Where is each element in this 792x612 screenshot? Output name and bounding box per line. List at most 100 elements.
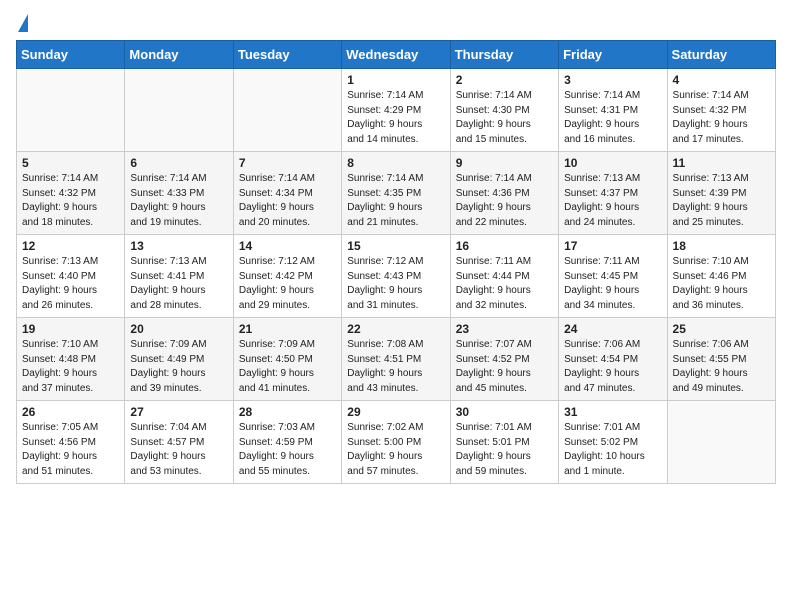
day-info: Sunrise: 7:05 AM Sunset: 4:56 PM Dayligh… <box>22 421 119 479</box>
page-header <box>16 16 776 32</box>
day-info: Sunrise: 7:14 AM Sunset: 4:32 PM Dayligh… <box>673 89 770 147</box>
calendar-cell: 2 Sunrise: 7:14 AM Sunset: 4:30 PM Daylig… <box>450 69 558 152</box>
weekday-header-saturday: Saturday <box>667 41 775 69</box>
day-number: 6 <box>130 156 227 170</box>
weekday-header-monday: Monday <box>125 41 233 69</box>
day-number: 4 <box>673 73 770 87</box>
calendar-week-row: 19 Sunrise: 7:10 AM Sunset: 4:48 PM Dayli… <box>17 318 776 401</box>
day-number: 12 <box>22 239 119 253</box>
calendar-cell: 18 Sunrise: 7:10 AM Sunset: 4:46 PM Dayli… <box>667 235 775 318</box>
weekday-header-row: SundayMondayTuesdayWednesdayThursdayFrid… <box>17 41 776 69</box>
day-number: 28 <box>239 405 336 419</box>
calendar-cell: 17 Sunrise: 7:11 AM Sunset: 4:45 PM Dayli… <box>559 235 667 318</box>
calendar-cell: 15Sunrise: 7:12 AM Sunset: 4:43 PM Dayli… <box>342 235 450 318</box>
day-number: 3 <box>564 73 661 87</box>
day-number: 30 <box>456 405 553 419</box>
day-info: Sunrise: 7:06 AM Sunset: 4:54 PM Dayligh… <box>564 338 661 396</box>
calendar-week-row: 12 Sunrise: 7:13 AM Sunset: 4:40 PM Dayli… <box>17 235 776 318</box>
day-number: 31 <box>564 405 661 419</box>
calendar-cell: 3 Sunrise: 7:14 AM Sunset: 4:31 PM Daylig… <box>559 69 667 152</box>
calendar-cell: 31Sunrise: 7:01 AM Sunset: 5:02 PM Dayli… <box>559 401 667 484</box>
calendar-week-row: 26 Sunrise: 7:05 AM Sunset: 4:56 PM Dayli… <box>17 401 776 484</box>
weekday-header-tuesday: Tuesday <box>233 41 341 69</box>
day-number: 9 <box>456 156 553 170</box>
day-info: Sunrise: 7:14 AM Sunset: 4:36 PM Dayligh… <box>456 172 553 230</box>
day-number: 16 <box>456 239 553 253</box>
calendar-cell: 13Sunrise: 7:13 AM Sunset: 4:41 PM Dayli… <box>125 235 233 318</box>
day-info: Sunrise: 7:02 AM Sunset: 5:00 PM Dayligh… <box>347 421 444 479</box>
day-info: Sunrise: 7:11 AM Sunset: 4:44 PM Dayligh… <box>456 255 553 313</box>
calendar-cell: 8Sunrise: 7:14 AM Sunset: 4:35 PM Daylig… <box>342 152 450 235</box>
day-info: Sunrise: 7:14 AM Sunset: 4:29 PM Dayligh… <box>347 89 444 147</box>
calendar-cell: 4 Sunrise: 7:14 AM Sunset: 4:32 PM Daylig… <box>667 69 775 152</box>
day-info: Sunrise: 7:03 AM Sunset: 4:59 PM Dayligh… <box>239 421 336 479</box>
day-info: Sunrise: 7:14 AM Sunset: 4:34 PM Dayligh… <box>239 172 336 230</box>
day-info: Sunrise: 7:01 AM Sunset: 5:01 PM Dayligh… <box>456 421 553 479</box>
day-info: Sunrise: 7:04 AM Sunset: 4:57 PM Dayligh… <box>130 421 227 479</box>
day-number: 10 <box>564 156 661 170</box>
day-number: 29 <box>347 405 444 419</box>
calendar-cell: 26 Sunrise: 7:05 AM Sunset: 4:56 PM Dayli… <box>17 401 125 484</box>
logo-triangle-icon <box>18 14 28 32</box>
weekday-header-wednesday: Wednesday <box>342 41 450 69</box>
day-number: 11 <box>673 156 770 170</box>
day-number: 19 <box>22 322 119 336</box>
day-info: Sunrise: 7:08 AM Sunset: 4:51 PM Dayligh… <box>347 338 444 396</box>
day-info: Sunrise: 7:13 AM Sunset: 4:40 PM Dayligh… <box>22 255 119 313</box>
calendar-cell: 21 Sunrise: 7:09 AM Sunset: 4:50 PM Dayli… <box>233 318 341 401</box>
calendar-cell <box>125 69 233 152</box>
day-number: 5 <box>22 156 119 170</box>
day-info: Sunrise: 7:10 AM Sunset: 4:48 PM Dayligh… <box>22 338 119 396</box>
day-info: Sunrise: 7:13 AM Sunset: 4:39 PM Dayligh… <box>673 172 770 230</box>
calendar-cell <box>17 69 125 152</box>
calendar-cell: 28 Sunrise: 7:03 AM Sunset: 4:59 PM Dayli… <box>233 401 341 484</box>
day-number: 17 <box>564 239 661 253</box>
day-number: 18 <box>673 239 770 253</box>
calendar-cell <box>233 69 341 152</box>
calendar-cell: 23 Sunrise: 7:07 AM Sunset: 4:52 PM Dayli… <box>450 318 558 401</box>
day-number: 26 <box>22 405 119 419</box>
day-number: 2 <box>456 73 553 87</box>
day-info: Sunrise: 7:14 AM Sunset: 4:35 PM Dayligh… <box>347 172 444 230</box>
day-info: Sunrise: 7:10 AM Sunset: 4:46 PM Dayligh… <box>673 255 770 313</box>
day-info: Sunrise: 7:09 AM Sunset: 4:50 PM Dayligh… <box>239 338 336 396</box>
logo <box>16 16 28 32</box>
day-info: Sunrise: 7:09 AM Sunset: 4:49 PM Dayligh… <box>130 338 227 396</box>
calendar-cell: 30 Sunrise: 7:01 AM Sunset: 5:01 PM Dayli… <box>450 401 558 484</box>
calendar-cell: 14Sunrise: 7:12 AM Sunset: 4:42 PM Dayli… <box>233 235 341 318</box>
calendar-cell: 19 Sunrise: 7:10 AM Sunset: 4:48 PM Dayli… <box>17 318 125 401</box>
day-number: 23 <box>456 322 553 336</box>
day-number: 7 <box>239 156 336 170</box>
day-info: Sunrise: 7:14 AM Sunset: 4:33 PM Dayligh… <box>130 172 227 230</box>
day-number: 14 <box>239 239 336 253</box>
calendar-table: SundayMondayTuesdayWednesdayThursdayFrid… <box>16 40 776 484</box>
calendar-cell: 16 Sunrise: 7:11 AM Sunset: 4:44 PM Dayli… <box>450 235 558 318</box>
calendar-cell: 24 Sunrise: 7:06 AM Sunset: 4:54 PM Dayli… <box>559 318 667 401</box>
calendar-week-row: 5Sunrise: 7:14 AM Sunset: 4:32 PM Daylig… <box>17 152 776 235</box>
calendar-cell: 25Sunrise: 7:06 AM Sunset: 4:55 PM Dayli… <box>667 318 775 401</box>
day-info: Sunrise: 7:12 AM Sunset: 4:43 PM Dayligh… <box>347 255 444 313</box>
day-number: 27 <box>130 405 227 419</box>
calendar-cell: 5Sunrise: 7:14 AM Sunset: 4:32 PM Daylig… <box>17 152 125 235</box>
calendar-cell: 1Sunrise: 7:14 AM Sunset: 4:29 PM Daylig… <box>342 69 450 152</box>
calendar-cell: 10Sunrise: 7:13 AM Sunset: 4:37 PM Dayli… <box>559 152 667 235</box>
day-info: Sunrise: 7:07 AM Sunset: 4:52 PM Dayligh… <box>456 338 553 396</box>
calendar-cell: 20 Sunrise: 7:09 AM Sunset: 4:49 PM Dayli… <box>125 318 233 401</box>
day-number: 24 <box>564 322 661 336</box>
day-info: Sunrise: 7:14 AM Sunset: 4:30 PM Dayligh… <box>456 89 553 147</box>
day-number: 21 <box>239 322 336 336</box>
calendar-cell <box>667 401 775 484</box>
calendar-cell: 7 Sunrise: 7:14 AM Sunset: 4:34 PM Daylig… <box>233 152 341 235</box>
calendar-cell: 12 Sunrise: 7:13 AM Sunset: 4:40 PM Dayli… <box>17 235 125 318</box>
day-info: Sunrise: 7:11 AM Sunset: 4:45 PM Dayligh… <box>564 255 661 313</box>
day-info: Sunrise: 7:14 AM Sunset: 4:31 PM Dayligh… <box>564 89 661 147</box>
calendar-cell: 29 Sunrise: 7:02 AM Sunset: 5:00 PM Dayli… <box>342 401 450 484</box>
calendar-cell: 9 Sunrise: 7:14 AM Sunset: 4:36 PM Daylig… <box>450 152 558 235</box>
calendar-cell: 11 Sunrise: 7:13 AM Sunset: 4:39 PM Dayli… <box>667 152 775 235</box>
weekday-header-thursday: Thursday <box>450 41 558 69</box>
day-number: 20 <box>130 322 227 336</box>
calendar-week-row: 1Sunrise: 7:14 AM Sunset: 4:29 PM Daylig… <box>17 69 776 152</box>
day-number: 13 <box>130 239 227 253</box>
weekday-header-sunday: Sunday <box>17 41 125 69</box>
day-number: 22 <box>347 322 444 336</box>
